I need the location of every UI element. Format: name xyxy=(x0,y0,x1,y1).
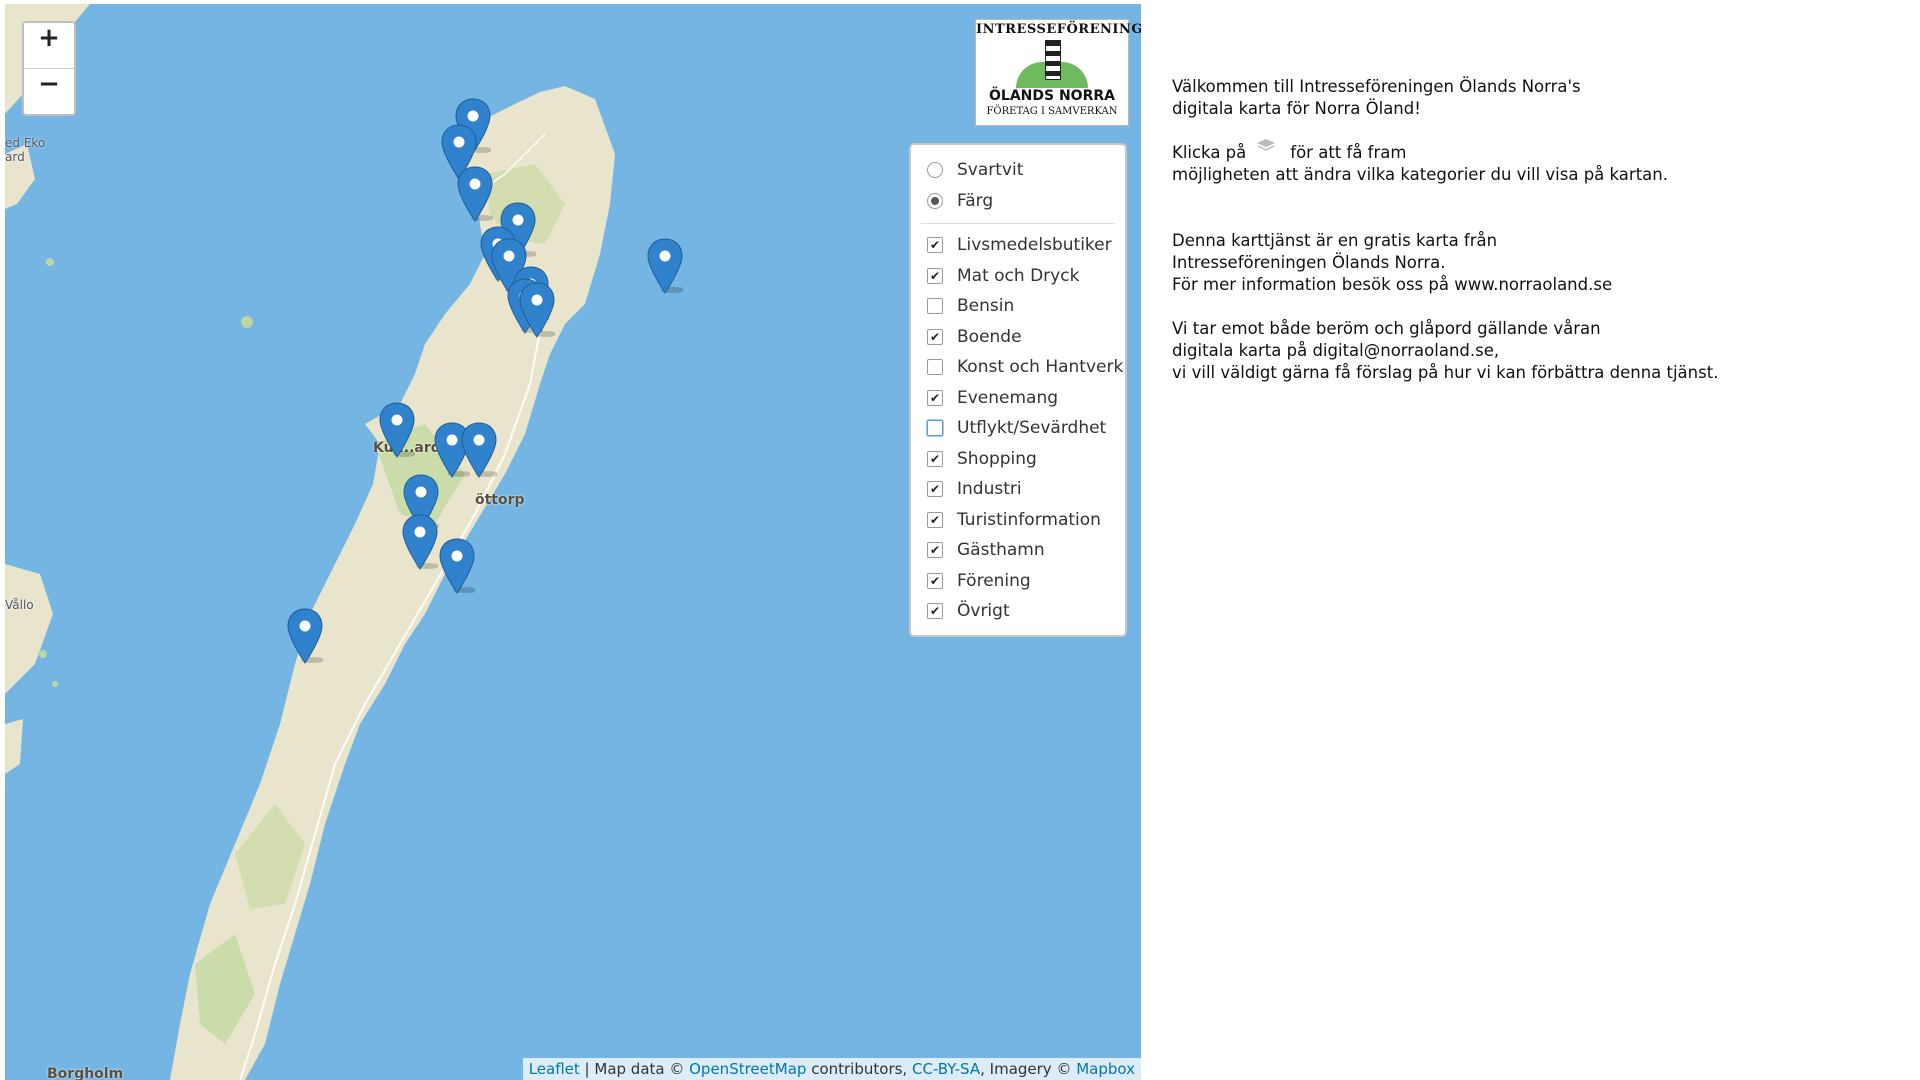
overlay-layer-label: Livsmedelsbutiker xyxy=(957,235,1112,256)
overlay-layer-label: Gästhamn xyxy=(957,540,1045,561)
attrib-text-2: contributors, xyxy=(806,1060,912,1078)
base-layer-option[interactable]: Svartvit xyxy=(911,155,1125,186)
lighthouse-icon xyxy=(1045,40,1061,80)
map-marker-icon[interactable] xyxy=(287,608,325,664)
checkbox[interactable]: ✔ xyxy=(927,237,943,254)
overlay-layer-option[interactable]: Bensin xyxy=(911,291,1125,322)
logo-arc-text: INTRESSEFÖRENINGEN xyxy=(976,22,1141,37)
free-line-2: Intresseföreningen Ölands Norra. xyxy=(1172,253,1446,272)
checkbox[interactable]: ✔ xyxy=(927,328,943,345)
overlay-layer-label: Evenemang xyxy=(957,387,1059,408)
overlay-layer-option[interactable]: ✔ Förening xyxy=(911,566,1125,597)
checkbox[interactable]: ✔ xyxy=(927,603,943,620)
feedback-line-2: digitala karta på digital@norraoland.se, xyxy=(1172,341,1500,360)
mapbox-link[interactable]: Mapbox xyxy=(1076,1060,1135,1078)
overlay-layer-option[interactable]: ✔ Boende xyxy=(911,322,1125,353)
welcome-line-2: digitala karta för Norra Öland! xyxy=(1172,99,1421,118)
overlay-layer-option[interactable]: ✔ Övrigt xyxy=(911,596,1125,627)
organization-logo: INTRESSEFÖRENINGEN ÖLANDS NORRA FÖRETAG … xyxy=(975,19,1141,126)
base-layer-label: Färg xyxy=(957,190,994,211)
instruction-line-1: Klicka på för att få fram xyxy=(1172,139,1872,164)
overlay-layer-option[interactable]: ✔ Shopping xyxy=(911,444,1125,475)
welcome-line-1: Välkommen till Intresseföreningen Ölands… xyxy=(1172,77,1581,96)
overlay-layer-label: Bensin xyxy=(957,296,1015,317)
place-label-ard: ard xyxy=(5,150,25,164)
license-link[interactable]: CC-BY-SA xyxy=(912,1060,980,1078)
overlay-layer-option[interactable]: ✔ Gästhamn xyxy=(911,535,1125,566)
info-panel: Välkommen till Intresseföreningen Ölands… xyxy=(1172,76,1872,384)
zoom-control: + − xyxy=(22,21,76,116)
place-label-borgholm: Borgholm xyxy=(47,1066,124,1080)
osm-link[interactable]: OpenStreetMap xyxy=(689,1060,806,1078)
map-marker-icon[interactable] xyxy=(457,166,495,222)
map-marker-icon[interactable] xyxy=(461,422,499,478)
overlay-layer-option[interactable]: ✔ Industri xyxy=(911,474,1125,505)
map-attribution: Leaflet | Map data © OpenStreetMap contr… xyxy=(522,1058,1141,1080)
overlay-layer-option[interactable]: ✔ Mat och Dryck xyxy=(911,261,1125,292)
attrib-text-3: , Imagery © xyxy=(980,1060,1077,1078)
overlay-layer-label: Förening xyxy=(957,570,1031,591)
map-marker-icon[interactable] xyxy=(379,402,417,458)
radio-button[interactable] xyxy=(927,192,943,209)
zoom-in-button[interactable]: + xyxy=(24,23,74,68)
attrib-text-1: | Map data © xyxy=(579,1060,690,1078)
layer-control: Svartvit Färg ✔ Livsmedelsbutiker ✔ Mat och … xyxy=(909,143,1127,637)
map-marker-icon[interactable] xyxy=(647,238,685,294)
overlay-layer-option[interactable]: ✔ Evenemang xyxy=(911,383,1125,414)
checkbox[interactable] xyxy=(927,359,943,376)
checkbox[interactable]: ✔ xyxy=(927,267,943,284)
instruction-text-a: Klicka på xyxy=(1172,143,1247,162)
overlay-layer-label: Mat och Dryck xyxy=(957,265,1080,286)
layers-icon xyxy=(1256,136,1276,151)
overlay-layer-label: Övrigt xyxy=(957,601,1010,622)
instruction-line-2: möjligheten att ändra vilka kategorier d… xyxy=(1172,165,1668,184)
layer-separator xyxy=(921,223,1115,224)
checkbox[interactable]: ✔ xyxy=(927,572,943,589)
map-marker-icon[interactable] xyxy=(402,514,440,570)
radio-button[interactable] xyxy=(927,162,943,179)
overlay-layer-label: Boende xyxy=(957,326,1022,347)
zoom-out-button[interactable]: − xyxy=(24,68,74,114)
overlay-layer-option[interactable]: ✔ Turistinformation xyxy=(911,505,1125,536)
overlay-layer-label: Konst och Hantverk xyxy=(957,357,1124,378)
place-label-boda: öttorp xyxy=(475,492,525,508)
feedback-line-3: vi vill väldigt gärna få förslag på hur … xyxy=(1172,363,1719,382)
logo-title: ÖLANDS NORRA xyxy=(989,88,1115,104)
overlay-layer-option[interactable]: Utflykt/Sevärdhet xyxy=(911,413,1125,444)
map-marker-icon[interactable] xyxy=(439,538,477,594)
checkbox[interactable]: ✔ xyxy=(927,542,943,559)
checkbox[interactable]: ✔ xyxy=(927,389,943,406)
checkbox[interactable] xyxy=(927,298,943,315)
checkbox[interactable]: ✔ xyxy=(927,450,943,467)
logo-subtitle: FÖRETAG I SAMVERKAN xyxy=(986,106,1118,117)
overlay-layer-option[interactable]: ✔ Livsmedelsbutiker xyxy=(911,230,1125,261)
base-layer-option[interactable]: Färg xyxy=(911,186,1125,217)
checkbox[interactable] xyxy=(927,420,943,437)
overlay-layer-label: Turistinformation xyxy=(957,509,1101,530)
place-label-eko: ed Eko xyxy=(5,136,46,150)
overlay-layer-label: Industri xyxy=(957,479,1022,500)
checkbox[interactable]: ✔ xyxy=(927,511,943,528)
free-line-3: För mer information besök oss på www.nor… xyxy=(1172,275,1613,294)
map-container[interactable]: ed Eko ard Vållo Kur...ard öttorp Borgho… xyxy=(5,4,1141,1080)
feedback-line-1: Vi tar emot både beröm och glåpord gälla… xyxy=(1172,319,1601,338)
overlay-layer-option[interactable]: Konst och Hantverk xyxy=(911,352,1125,383)
base-layer-label: Svartvit xyxy=(957,160,1024,181)
map-marker-icon[interactable] xyxy=(519,282,557,338)
checkbox[interactable]: ✔ xyxy=(927,481,943,498)
free-line-1: Denna karttjänst är en gratis karta från xyxy=(1172,231,1498,250)
leaflet-link[interactable]: Leaflet xyxy=(529,1060,580,1078)
overlay-layer-label: Utflykt/Sevärdhet xyxy=(957,418,1107,439)
instruction-text-b: för att få fram xyxy=(1290,143,1407,162)
overlay-layer-label: Shopping xyxy=(957,448,1037,469)
place-label-vallo: Vållo xyxy=(5,598,34,612)
